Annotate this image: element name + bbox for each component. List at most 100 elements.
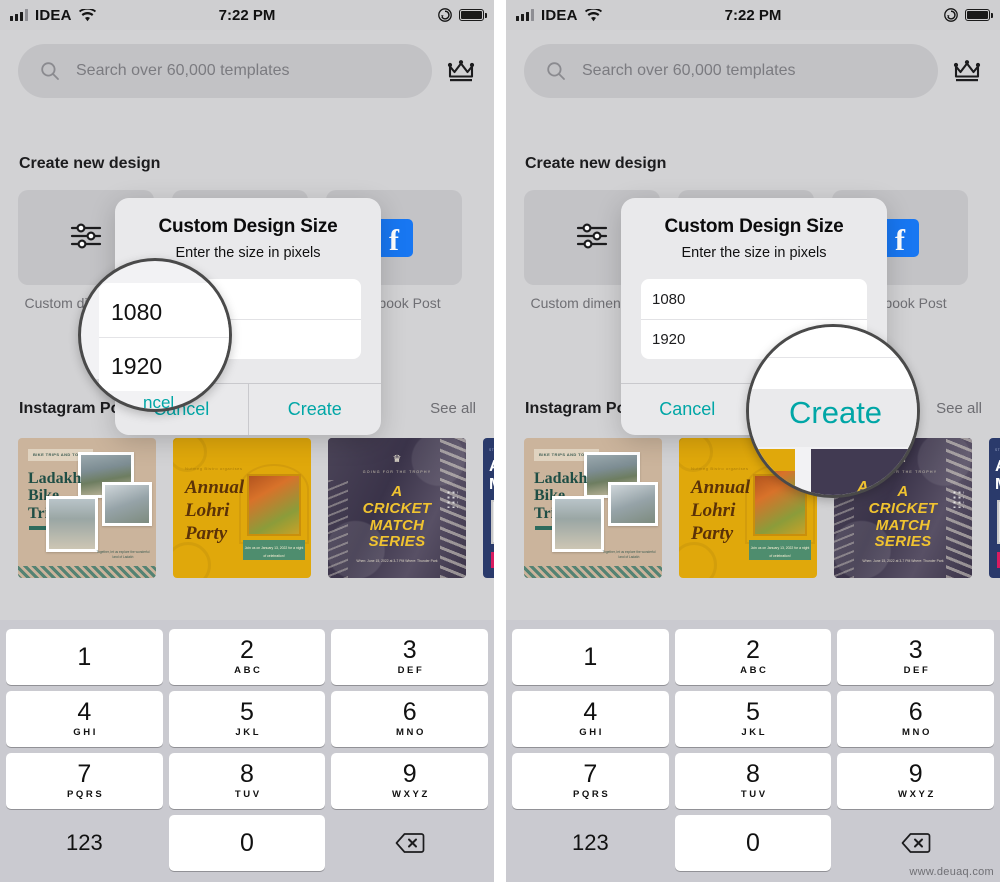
key-number: 5 bbox=[240, 698, 254, 726]
magnified-height-value: 1920 bbox=[111, 353, 163, 379]
key-number: 8 bbox=[240, 760, 254, 788]
search-row: Search over 60,000 templates bbox=[524, 44, 982, 98]
section-title-create-new-design: Create new design bbox=[525, 155, 667, 172]
key-number: 0 bbox=[746, 828, 760, 857]
key-123[interactable]: 123 bbox=[512, 815, 669, 871]
template-photo bbox=[46, 496, 98, 552]
keypad-cell: 1 bbox=[3, 626, 166, 688]
crown-icon[interactable] bbox=[446, 59, 476, 83]
template-tag: Join us on January 13, 2022 for a night … bbox=[243, 540, 305, 560]
keypad-row: 1 2 ABC 3 DEF bbox=[509, 626, 997, 688]
template-card[interactable]: STUDIO AM ART EXHIBIT bbox=[989, 438, 1000, 578]
carrier-label: IDEA bbox=[35, 6, 72, 24]
key-number: 5 bbox=[746, 698, 760, 726]
battery-icon bbox=[965, 9, 993, 21]
create-button[interactable]: Create bbox=[247, 384, 382, 435]
watermark: www.deuaq.com bbox=[909, 866, 994, 878]
key-5[interactable]: 5 JKL bbox=[168, 691, 326, 747]
magnified-width-value: 1080 bbox=[111, 299, 163, 325]
see-all-link[interactable]: See all bbox=[430, 400, 476, 417]
keypad-cell bbox=[834, 812, 997, 874]
status-bar: IDEA 7:22 PM bbox=[0, 0, 494, 30]
template-title: AM bbox=[995, 458, 1000, 493]
key-2[interactable]: 2 ABC bbox=[674, 629, 832, 685]
key-123[interactable]: 123 bbox=[6, 815, 163, 871]
key-6[interactable]: 6 MNO bbox=[331, 691, 489, 747]
key-8[interactable]: 8 TUV bbox=[168, 753, 326, 809]
section-title-create-new-design: Create new design bbox=[19, 155, 161, 172]
key-letters: JKL bbox=[741, 727, 768, 738]
magnifier-field-area bbox=[749, 327, 917, 389]
keypad-cell: 2 ABC bbox=[672, 626, 835, 688]
template-card[interactable]: ♛ GOING FOR THE TROPHY ACRICKETMATCHSERI… bbox=[328, 438, 466, 578]
sliders-icon bbox=[69, 220, 103, 255]
search-input[interactable]: Search over 60,000 templates bbox=[524, 44, 938, 98]
key-label: 123 bbox=[65, 830, 103, 855]
magnified-template-card: A bbox=[811, 449, 917, 495]
keypad-cell: 7 PQRS bbox=[3, 750, 166, 812]
key-7[interactable]: 7 PQRS bbox=[6, 753, 163, 809]
status-bar-right bbox=[438, 8, 487, 22]
keypad-cell: 123 bbox=[509, 812, 672, 874]
keypad-cell bbox=[328, 812, 491, 874]
see-all-link[interactable]: See all bbox=[936, 400, 982, 417]
key-label: 123 bbox=[571, 830, 609, 855]
template-caption: Together, let us explore the wonderful l… bbox=[602, 549, 656, 559]
key-3[interactable]: 3 DEF bbox=[837, 629, 995, 685]
key-letters: WXYZ bbox=[392, 789, 430, 800]
key-letters: ABC bbox=[234, 665, 263, 676]
width-input[interactable]: 1080 bbox=[641, 279, 867, 319]
template-border-pattern bbox=[18, 566, 156, 578]
keypad-row: 123 0 bbox=[3, 812, 491, 874]
key-letters: JKL bbox=[235, 727, 262, 738]
key-backspace[interactable] bbox=[837, 815, 994, 871]
key-letters: MNO bbox=[901, 727, 932, 738]
key-letters: TUV bbox=[234, 789, 262, 800]
key-0[interactable]: 0 bbox=[674, 815, 832, 871]
search-input[interactable]: Search over 60,000 templates bbox=[18, 44, 432, 98]
backspace-icon bbox=[395, 832, 425, 854]
key-5[interactable]: 5 JKL bbox=[674, 691, 832, 747]
magnifier-field-divider bbox=[749, 357, 917, 358]
keypad-row: 7 PQRS 8 TUV 9 WXYZ bbox=[509, 750, 997, 812]
numeric-keypad: 1 2 ABC 3 DEF 4 GHI 5 JKL 6 MNO 7 PQRS 8 TUV 9W… bbox=[506, 620, 1000, 882]
template-card[interactable]: STUDIO AM ART EXHIBIT bbox=[483, 438, 494, 578]
carrier-label: IDEA bbox=[541, 6, 578, 24]
key-letters: ABC bbox=[740, 665, 769, 676]
key-4[interactable]: 4 GHI bbox=[6, 691, 163, 747]
crown-icon[interactable] bbox=[952, 59, 982, 83]
template-card[interactable]: BIKE TRIPS AND TOURS Ladakh Bike Trip Toge… bbox=[524, 438, 662, 578]
key-7[interactable]: 7 PQRS bbox=[512, 753, 669, 809]
keypad-cell: 9 WXYZ bbox=[328, 750, 491, 812]
keypad-cell: 2 ABC bbox=[166, 626, 329, 688]
key-3[interactable]: 3 DEF bbox=[331, 629, 489, 685]
key-4[interactable]: 4 GHI bbox=[512, 691, 669, 747]
keypad-row: 123 0 bbox=[509, 812, 997, 874]
template-kicker: STUDIO bbox=[995, 448, 1000, 452]
key-number: 1 bbox=[77, 642, 92, 671]
search-placeholder: Search over 60,000 templates bbox=[582, 62, 796, 79]
backspace-icon bbox=[901, 832, 931, 854]
key-number: 2 bbox=[240, 636, 254, 664]
key-backspace[interactable] bbox=[331, 815, 488, 871]
template-card[interactable]: BIKE TRIPS AND TOURS Ladakh Bike Trip Toge… bbox=[18, 438, 156, 578]
key-1[interactable]: 1 bbox=[512, 629, 669, 685]
status-bar-right bbox=[944, 8, 993, 22]
key-2[interactable]: 2 ABC bbox=[168, 629, 326, 685]
key-letters: DEF bbox=[903, 665, 931, 676]
keypad-cell: 8 TUV bbox=[166, 750, 329, 812]
keypad-row: 7 PQRS 8 TUV 9 WXYZ bbox=[3, 750, 491, 812]
template-photo bbox=[608, 482, 658, 526]
key-8[interactable]: 8 TUV bbox=[674, 753, 832, 809]
key-1[interactable]: 1 bbox=[6, 629, 163, 685]
template-meta: When: June 15, 2022 at 3-7 PM Where: Thu… bbox=[356, 558, 438, 563]
key-9[interactable]: 9 WXYZ bbox=[331, 753, 489, 809]
key-9[interactable]: 9 WXYZ bbox=[837, 753, 995, 809]
key-6[interactable]: 6 MNO bbox=[837, 691, 995, 747]
template-card[interactable]: Nutmeg Bistro organises Annual Lohri Party… bbox=[173, 438, 311, 578]
keypad-cell: 0 bbox=[166, 812, 329, 874]
sliders-icon bbox=[575, 220, 609, 255]
key-0[interactable]: 0 bbox=[168, 815, 326, 871]
dialog-title: Custom Design Size bbox=[158, 216, 338, 237]
cancel-button[interactable]: Cancel bbox=[621, 384, 754, 435]
